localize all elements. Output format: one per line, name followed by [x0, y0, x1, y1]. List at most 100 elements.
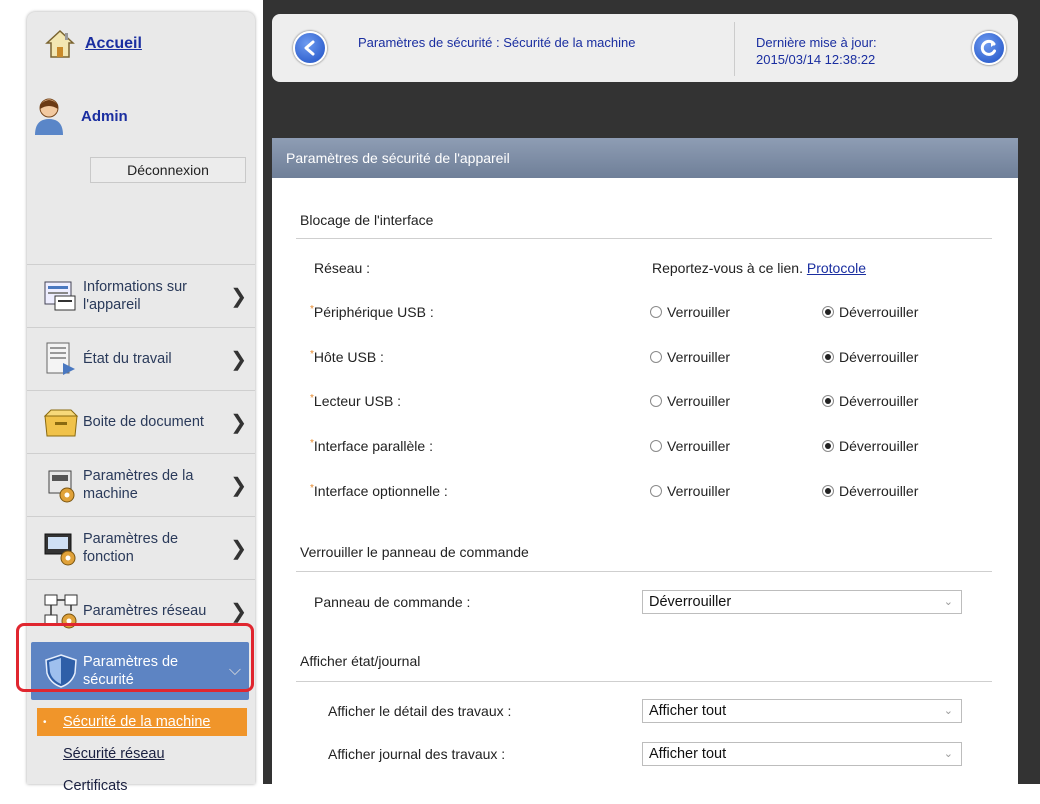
row-label-usb-device: *Périphérique USB : [310, 304, 434, 320]
function-settings-icon [44, 533, 76, 566]
sidebar-item-document-box[interactable]: Boite de document ❯ [27, 390, 255, 453]
select-value: Déverrouiller [649, 594, 732, 610]
radio-optional-lock[interactable]: Verrouiller [650, 483, 730, 499]
sidebar-item-security-settings[interactable]: Paramètres de sécurité ⌵ [31, 642, 249, 700]
sidebar-item-label: Paramètres réseau [83, 603, 207, 619]
last-update-label: Dernière mise à jour: [756, 35, 877, 50]
home-row[interactable]: Accueil [45, 26, 142, 62]
submenu-network-security[interactable]: Sécurité réseau [37, 740, 247, 768]
refresh-button[interactable] [972, 31, 1006, 65]
section-title-panel-lock: Verrouiller le panneau de commande [300, 544, 529, 560]
chevron-down-icon: ⌄ [943, 748, 953, 760]
user-avatar-icon [35, 98, 63, 135]
sidebar-item-machine-settings[interactable]: Paramètres de la machine ❯ [27, 453, 255, 516]
radio-circle [650, 306, 662, 318]
sidebar-item-label: Informations sur l'appareil [83, 279, 187, 313]
chevron-right-icon: ❯ [230, 348, 247, 371]
radio-usb-reader-lock[interactable]: Verrouiller [650, 393, 730, 409]
arrow-left-icon [304, 40, 315, 56]
section-title-status-log: Afficher état/journal [300, 653, 421, 669]
chevron-right-icon: ❯ [230, 537, 247, 560]
row-label-usb-reader: *Lecteur USB : [310, 393, 401, 409]
radio-circle-selected [822, 440, 834, 452]
radio-circle-selected [822, 485, 834, 497]
section-divider [296, 571, 992, 572]
radio-label: Verrouiller [667, 393, 731, 409]
machine-settings-icon [48, 470, 75, 503]
chevron-down-icon: ⌄ [943, 596, 953, 608]
document-box-icon [43, 409, 79, 437]
chevron-right-icon: ❯ [230, 600, 247, 623]
home-link[interactable]: Accueil [85, 35, 142, 53]
radio-label: Verrouiller [667, 438, 731, 454]
back-button[interactable] [293, 31, 327, 65]
radio-circle-selected [822, 351, 834, 363]
row-label-text: Hôte USB : [313, 349, 384, 365]
network-info-text: Reportez-vous à ce lien. [652, 260, 803, 276]
radio-label: Déverrouiller [839, 304, 919, 320]
sidebar-menu: Informations sur l'appareil ❯ État du tr… [27, 264, 255, 700]
select-value: Afficher tout [649, 703, 727, 719]
radio-parallel-unlock[interactable]: Déverrouiller [822, 438, 918, 454]
sidebar-item-label: État du travail [83, 351, 172, 367]
home-icon [45, 29, 75, 58]
radio-circle-selected [822, 395, 834, 407]
last-update: Dernière mise à jour: 2015/03/14 12:38:2… [756, 34, 877, 68]
radio-label: Déverrouiller [839, 349, 919, 365]
sidebar-item-label: Paramètres de la machine [83, 468, 194, 502]
sidebar-item-job-status[interactable]: État du travail ❯ [27, 327, 255, 390]
top-bar: Paramètres de sécurité : Sécurité de la … [272, 14, 1018, 82]
radio-usb-host-lock[interactable]: Verrouiller [650, 349, 730, 365]
sidebar-item-label: Paramètres de fonction [83, 531, 179, 565]
sidebar-item-network-settings[interactable]: Paramètres réseau ❯ [27, 579, 255, 642]
row-label-text: Interface parallèle : [313, 438, 433, 454]
radio-circle [650, 485, 662, 497]
job-detail-label: Afficher le détail des travaux : [328, 703, 512, 719]
radio-circle-selected [822, 306, 834, 318]
panel-lock-label: Panneau de commande : [314, 594, 471, 610]
radio-label: Verrouiller [667, 304, 731, 320]
security-submenu: Sécurité de la machine Sécurité réseau C… [37, 708, 247, 804]
radio-usb-reader-unlock[interactable]: Déverrouiller [822, 393, 918, 409]
row-label-text: Lecteur USB : [313, 393, 402, 409]
last-update-value: 2015/03/14 12:38:22 [756, 52, 876, 67]
radio-parallel-lock[interactable]: Verrouiller [650, 438, 730, 454]
user-name: Admin [81, 107, 128, 125]
chevron-right-icon: ❯ [230, 285, 247, 308]
chevron-down-icon: ⌄ [943, 705, 953, 717]
user-row: Admin [33, 96, 128, 136]
sidebar-item-label: Boite de document [83, 414, 204, 430]
sidebar-item-function-settings[interactable]: Paramètres de fonction ❯ [27, 516, 255, 579]
refresh-icon [980, 39, 996, 56]
radio-label: Verrouiller [667, 349, 731, 365]
content-panel: Paramètres de sécurité de l'appareil Blo… [272, 138, 1018, 784]
radio-circle [650, 440, 662, 452]
radio-usb-host-unlock[interactable]: Déverrouiller [822, 349, 918, 365]
job-detail-select[interactable]: Afficher tout ⌄ [642, 699, 962, 723]
radio-optional-unlock[interactable]: Déverrouiller [822, 483, 918, 499]
chevron-right-icon: ❯ [230, 411, 247, 434]
sidebar: Accueil Admin Déconnexion Informations s… [27, 12, 255, 794]
chevron-right-icon: ❯ [230, 474, 247, 497]
select-value: Afficher tout [649, 746, 727, 762]
radio-label: Déverrouiller [839, 438, 919, 454]
submenu-machine-security[interactable]: Sécurité de la machine [37, 708, 247, 736]
radio-usb-device-lock[interactable]: Verrouiller [650, 304, 730, 320]
security-shield-icon [45, 654, 77, 688]
section-divider [296, 681, 992, 682]
radio-label: Déverrouiller [839, 393, 919, 409]
row-label-usb-host: *Hôte USB : [310, 349, 384, 365]
sidebar-item-device-info[interactable]: Informations sur l'appareil ❯ [27, 264, 255, 327]
protocol-link[interactable]: Protocole [807, 260, 866, 276]
network-settings-icon [44, 594, 78, 629]
network-info: Reportez-vous à ce lien. Protocole [652, 260, 866, 276]
logout-button[interactable]: Déconnexion [90, 157, 246, 183]
radio-usb-device-unlock[interactable]: Déverrouiller [822, 304, 918, 320]
submenu-certificates[interactable]: Certificats [37, 772, 247, 800]
panel-lock-select[interactable]: Déverrouiller ⌄ [642, 590, 962, 614]
job-log-select[interactable]: Afficher tout ⌄ [642, 742, 962, 766]
job-status-icon [46, 342, 75, 375]
radio-circle [650, 351, 662, 363]
page-title: Paramètres de sécurité : Sécurité de la … [358, 35, 636, 50]
section-title-interface: Blocage de l'interface [300, 212, 434, 228]
